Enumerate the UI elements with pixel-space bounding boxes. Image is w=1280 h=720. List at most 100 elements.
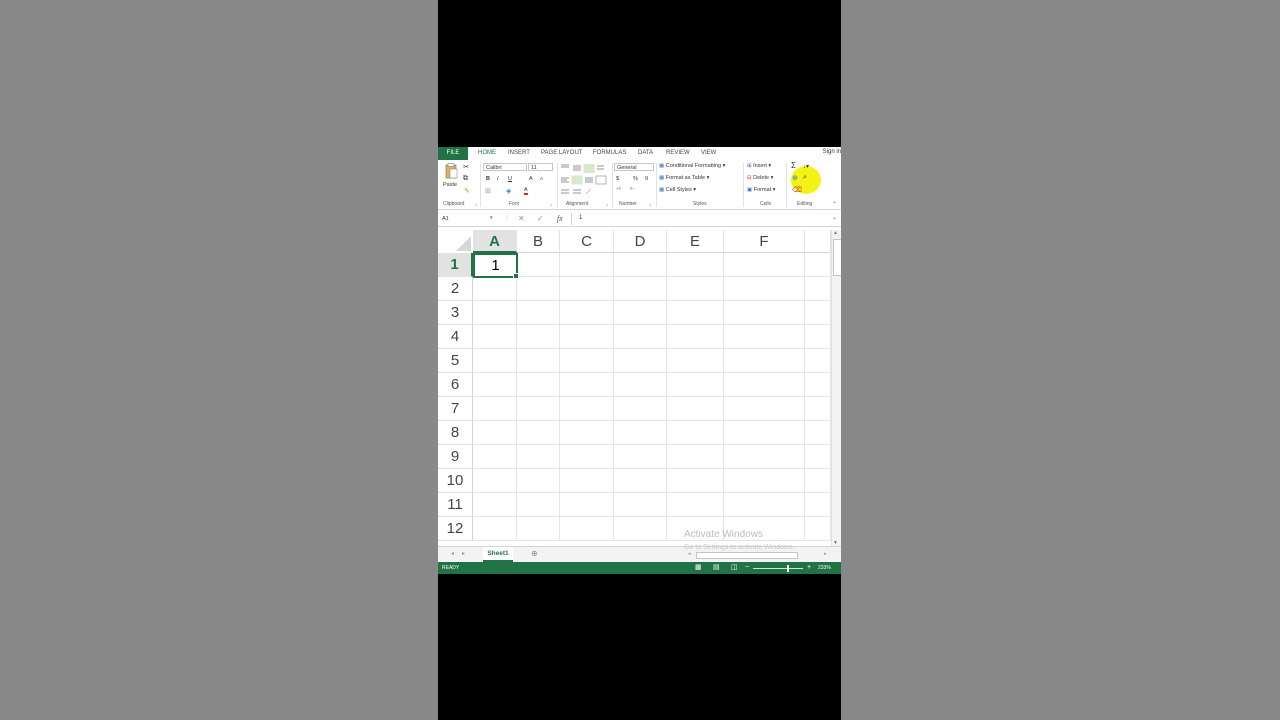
number-format-select[interactable]: General [614,163,654,171]
underline-button[interactable]: U [508,176,512,182]
fill-icon[interactable]: ⊕ [792,174,798,182]
cell-b7[interactable] [517,397,560,421]
column-header-c[interactable]: C [560,230,614,253]
select-all-corner[interactable] [438,230,473,253]
row-header-4[interactable]: 4 [438,325,473,349]
cell-b1[interactable] [517,253,560,277]
zoom-level[interactable]: 233% [818,562,831,574]
horizontal-scrollbar-thumb[interactable] [696,552,798,559]
find-select-icon[interactable]: ⌕ [803,174,807,182]
cell-a7[interactable] [473,397,517,421]
cell-a6[interactable] [473,373,517,397]
cell-g8[interactable] [805,421,831,445]
row-header-8[interactable]: 8 [438,421,473,445]
row-header-10[interactable]: 10 [438,469,473,493]
cell-b8[interactable] [517,421,560,445]
zoom-slider[interactable] [753,568,803,569]
cell-f1[interactable] [724,253,805,277]
cell-a9[interactable] [473,445,517,469]
cell-g2[interactable] [805,277,831,301]
fill-color-icon[interactable]: ◈ [506,187,511,195]
row-header-9[interactable]: 9 [438,445,473,469]
hscroll-left-icon[interactable]: ◂ [688,551,691,557]
cell-g7[interactable] [805,397,831,421]
cell-d7[interactable] [614,397,667,421]
column-header-a[interactable]: A [473,230,517,253]
row-header-3[interactable]: 3 [438,301,473,325]
prev-sheet-icon[interactable]: ◂ [451,550,454,557]
format-cells-button[interactable]: ▣ Format ▾ [747,187,775,193]
cell-c4[interactable] [560,325,614,349]
expand-formula-bar-icon[interactable]: ⌄ [832,214,837,221]
column-header-f[interactable]: F [724,230,805,253]
cell-c2[interactable] [560,277,614,301]
cell-b2[interactable] [517,277,560,301]
cell-c7[interactable] [560,397,614,421]
cell-d4[interactable] [614,325,667,349]
normal-view-icon[interactable]: ▦ [695,562,702,574]
cell-e4[interactable] [667,325,724,349]
shrink-font-button[interactable]: A [540,176,543,181]
column-header-b[interactable]: B [517,230,560,253]
tab-home[interactable]: HOME [478,147,496,160]
cell-a3[interactable] [473,301,517,325]
cell-b6[interactable] [517,373,560,397]
cell-a8[interactable] [473,421,517,445]
confirm-entry-icon[interactable]: ✓ [537,214,544,223]
sort-filter-icon[interactable]: ↓▾ [803,163,809,170]
tab-insert[interactable]: INSERT [508,147,530,160]
delete-cells-button[interactable]: ⊟ Delete ▾ [747,175,773,181]
cell-c3[interactable] [560,301,614,325]
cell-g5[interactable] [805,349,831,373]
zoom-in-icon[interactable]: + [807,562,811,574]
cell-c12[interactable] [560,517,614,541]
font-name-select[interactable]: Calibri [483,163,527,171]
cell-d1[interactable] [614,253,667,277]
dialog-launcher-icon[interactable]: ⌟ [649,201,651,207]
format-painter-icon[interactable]: ✎ [464,187,470,195]
cell-a11[interactable] [473,493,517,517]
cell-b10[interactable] [517,469,560,493]
scroll-up-icon[interactable]: ▲ [833,230,838,236]
cell-g9[interactable] [805,445,831,469]
autosum-button[interactable]: Σ [791,161,796,170]
cell-d2[interactable] [614,277,667,301]
alignment-icons[interactable]: ⟋ [560,163,608,196]
zoom-slider-thumb[interactable] [787,565,789,572]
tab-data[interactable]: DATA [638,147,653,160]
sheet-tab-sheet1[interactable]: Sheet1 [483,547,513,562]
cell-e3[interactable] [667,301,724,325]
cell-e11[interactable] [667,493,724,517]
copy-icon[interactable]: ⧉ [463,175,468,183]
format-as-table-button[interactable]: ▦ Format as Table ▾ [659,175,709,181]
next-sheet-icon[interactable]: ▸ [462,550,465,557]
cell-d9[interactable] [614,445,667,469]
cell-a12[interactable] [473,517,517,541]
tab-formulas[interactable]: FORMULAS [593,147,626,160]
comma-button[interactable]: 9 [645,176,648,182]
name-box-dropdown-icon[interactable]: ▾ [490,215,493,221]
row-header-12[interactable]: 12 [438,517,473,541]
cell-c10[interactable] [560,469,614,493]
cell-c1[interactable] [560,253,614,277]
cell-f7[interactable] [724,397,805,421]
cell-f6[interactable] [724,373,805,397]
cell-c6[interactable] [560,373,614,397]
cell-e8[interactable] [667,421,724,445]
increase-decimal-icon[interactable]: ⁺⁰ [616,187,621,193]
cell-e1[interactable] [667,253,724,277]
cancel-entry-icon[interactable]: ✕ [518,214,525,223]
cell-c9[interactable] [560,445,614,469]
cell-b9[interactable] [517,445,560,469]
cell-e9[interactable] [667,445,724,469]
column-header-d[interactable]: D [614,230,667,253]
cell-d6[interactable] [614,373,667,397]
bold-button[interactable]: B [486,176,490,182]
cell-a10[interactable] [473,469,517,493]
cell-d3[interactable] [614,301,667,325]
insert-function-button[interactable]: fx [557,214,563,223]
scrollbar-thumb[interactable] [833,239,841,276]
insert-cells-button[interactable]: ⊞ Insert ▾ [747,163,771,169]
borders-icon[interactable]: ⊞ [485,187,491,195]
cell-g11[interactable] [805,493,831,517]
